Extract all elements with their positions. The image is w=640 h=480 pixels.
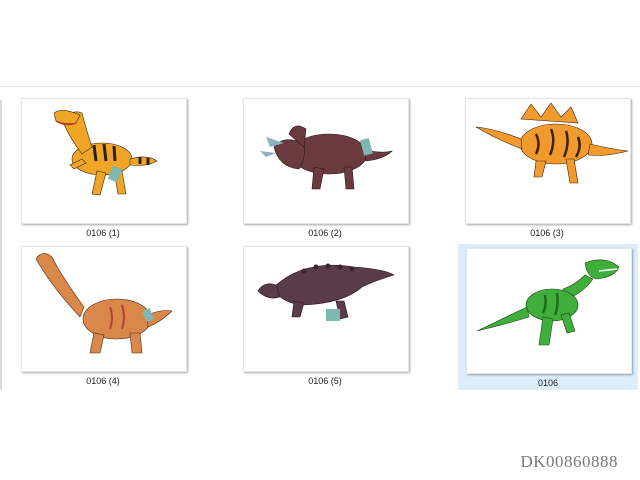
file-name-label: 0106 bbox=[537, 378, 559, 388]
file-tile-6[interactable]: 0106 bbox=[458, 244, 638, 390]
file-name-label: 0106 (4) bbox=[86, 376, 120, 386]
velociraptor-thumbnail[interactable] bbox=[21, 98, 187, 224]
file-name-label: 0106 (5) bbox=[308, 376, 342, 386]
brachiosaurus-thumbnail[interactable] bbox=[21, 246, 187, 372]
scroll-edge bbox=[0, 100, 2, 390]
window-header-area bbox=[0, 0, 640, 86]
file-tile-5[interactable]: 0106 (5) bbox=[240, 246, 418, 394]
file-name-label: 0106 (2) bbox=[308, 228, 342, 238]
file-name-label: 0106 (1) bbox=[86, 228, 120, 238]
watermark-code: DK00860888 bbox=[520, 452, 618, 471]
file-tile-1[interactable]: 0106 (1) bbox=[18, 98, 196, 246]
file-tile-3[interactable]: 0106 (3) bbox=[462, 98, 640, 246]
file-name-label: 0106 (3) bbox=[530, 228, 564, 238]
stegosaurus-thumbnail[interactable] bbox=[465, 98, 631, 224]
file-tile-4[interactable]: 0106 (4) bbox=[18, 246, 196, 394]
file-tile-2[interactable]: 0106 (2) bbox=[240, 98, 418, 246]
tyrannosaurus-thumbnail[interactable] bbox=[466, 248, 632, 374]
ankylosaurus-thumbnail[interactable] bbox=[243, 246, 409, 372]
triceratops-thumbnail[interactable] bbox=[243, 98, 409, 224]
